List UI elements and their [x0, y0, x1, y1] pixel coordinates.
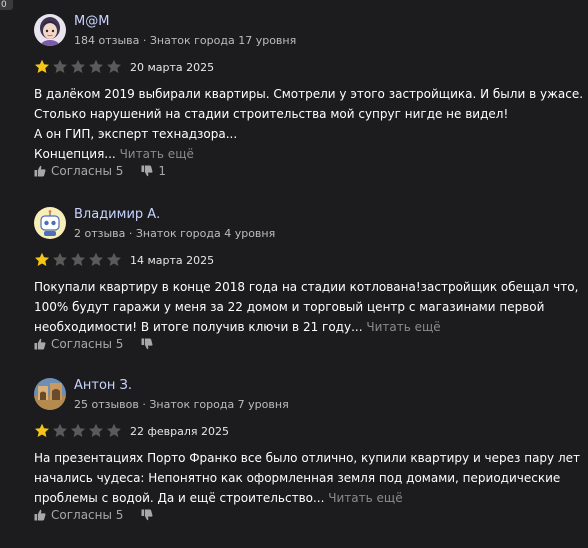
- agree-button[interactable]: Согласны 5: [34, 337, 123, 351]
- star-empty-icon: [52, 59, 68, 75]
- avatar[interactable]: [34, 207, 66, 239]
- review-actions: Согласны 5: [34, 335, 158, 353]
- disagree-button[interactable]: 1: [141, 164, 166, 178]
- review-text-line: Покупали квартиру в конце 2018 года на с…: [34, 280, 579, 294]
- agree-button[interactable]: Согласны 5: [34, 164, 123, 178]
- agree-label: Согласны 5: [51, 164, 124, 178]
- review-text-line-last: проблемы с водой. Да и ещё строительство…: [34, 488, 588, 508]
- review-text-line: Концепция...: [34, 147, 116, 161]
- star-rating: [34, 423, 122, 439]
- review-text: Покупали квартиру в конце 2018 года на с…: [34, 277, 588, 337]
- disagree-count: 1: [158, 164, 167, 178]
- star-rating: [34, 252, 122, 268]
- star-empty-icon: [106, 423, 122, 439]
- review-text: В далёком 2019 выбирали квартиры. Смотре…: [34, 84, 588, 164]
- avatar-robot-icon: [34, 207, 66, 239]
- star-empty-icon: [52, 252, 68, 268]
- review-text-line: Столько нарушений на стадии строительств…: [34, 107, 509, 121]
- thumbs-down-icon: [141, 509, 153, 521]
- star-filled-icon: [34, 252, 50, 268]
- disagree-button[interactable]: [141, 509, 158, 521]
- review-card: Владимир А. 2 отзыва · Знаток города 4 у…: [34, 207, 588, 377]
- review-text-line: начались чудеса: Непонятно как оформленн…: [34, 471, 561, 485]
- review-text-line: На презентациях Порто Франко все было от…: [34, 451, 580, 465]
- review-actions: Согласны 5 1: [34, 162, 166, 180]
- disagree-button[interactable]: [141, 338, 158, 350]
- star-filled-icon: [34, 59, 50, 75]
- agree-label: Согласны 5: [51, 337, 124, 351]
- review-card: М@М 184 отзыва · Знаток города 17 уровня…: [34, 14, 588, 184]
- agree-label: Согласны 5: [51, 508, 124, 522]
- review-date: 20 марта 2025: [130, 60, 215, 74]
- review-text-line-last: необходимости! В итоге получив ключи в 2…: [34, 317, 588, 337]
- avatar[interactable]: [34, 14, 66, 46]
- thumbs-up-icon: [34, 509, 46, 521]
- rating-row: 14 марта 2025: [34, 252, 214, 268]
- star-empty-icon: [70, 423, 86, 439]
- rating-row: 22 февраля 2025: [34, 423, 229, 439]
- thumbs-down-icon: [141, 165, 153, 177]
- author-name[interactable]: Антон З.: [74, 378, 132, 394]
- review-date: 14 марта 2025: [130, 253, 215, 267]
- agree-button[interactable]: Согласны 5: [34, 508, 123, 522]
- star-rating: [34, 59, 122, 75]
- read-more-link[interactable]: Читать ещё: [328, 491, 402, 505]
- author-meta: 2 отзыва · Знаток города 4 уровня: [74, 227, 276, 240]
- author-meta: 184 отзыва · Знаток города 17 уровня: [74, 34, 297, 47]
- thumbs-up-icon: [34, 338, 46, 350]
- author-name[interactable]: М@М: [74, 14, 109, 30]
- read-more-link[interactable]: Читать ещё: [120, 147, 194, 161]
- star-empty-icon: [106, 252, 122, 268]
- thumbs-up-icon: [34, 165, 46, 177]
- star-empty-icon: [52, 423, 68, 439]
- author-name[interactable]: Владимир А.: [74, 207, 160, 223]
- review-card: Антон З. 25 отзывов · Знаток города 7 ур…: [34, 378, 588, 548]
- review-text: На презентациях Порто Франко все было от…: [34, 448, 588, 508]
- star-empty-icon: [70, 59, 86, 75]
- avatar-photo-icon: [34, 378, 66, 410]
- star-empty-icon: [88, 252, 104, 268]
- review-text-line: А он ГИП, эксперт технадзора...: [34, 127, 238, 141]
- review-text-line: проблемы с водой. Да и ещё строительство…: [34, 491, 325, 505]
- thumbs-down-icon: [141, 338, 153, 350]
- edge-badge: 0: [0, 0, 13, 10]
- review-text-line: 100% будут гаражи у меня за 22 домом и т…: [34, 300, 545, 314]
- review-text-line: необходимости! В итоге получив ключи в 2…: [34, 320, 363, 334]
- read-more-link[interactable]: Читать ещё: [366, 320, 440, 334]
- avatar-girl-icon: [34, 14, 66, 46]
- review-date: 22 февраля 2025: [130, 424, 230, 438]
- star-empty-icon: [106, 59, 122, 75]
- star-empty-icon: [88, 59, 104, 75]
- review-text-line: В далёком 2019 выбирали квартиры. Смотре…: [34, 87, 584, 101]
- review-text-line-last: Концепция... Читать ещё: [34, 144, 588, 164]
- star-filled-icon: [34, 423, 50, 439]
- star-empty-icon: [70, 252, 86, 268]
- review-actions: Согласны 5: [34, 506, 158, 524]
- avatar[interactable]: [34, 378, 66, 410]
- author-meta: 25 отзывов · Знаток города 7 уровня: [74, 398, 289, 411]
- rating-row: 20 марта 2025: [34, 59, 214, 75]
- star-empty-icon: [88, 423, 104, 439]
